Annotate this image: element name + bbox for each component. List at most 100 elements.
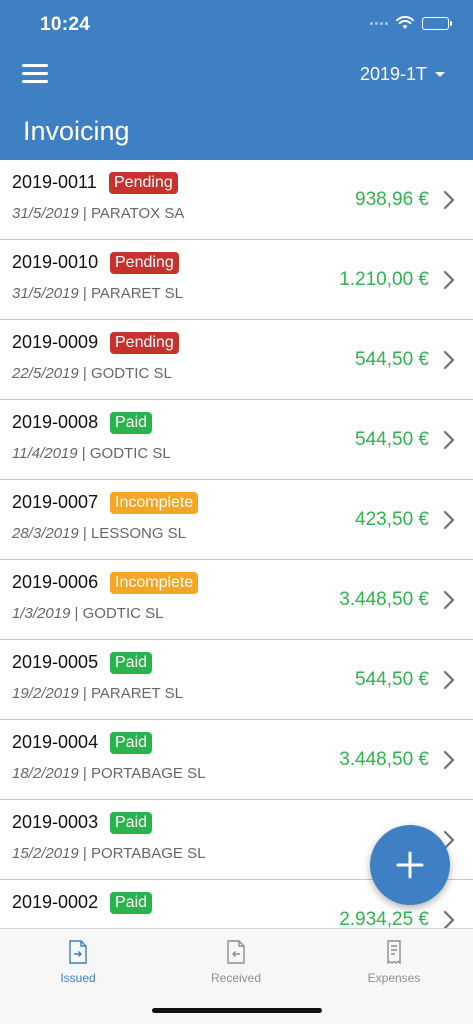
invoice-row[interactable]: 2019-0008 Paid 11/4/2019 | GODTIC SL 544,50… (0, 400, 473, 480)
status-badge: Paid (110, 732, 153, 754)
tab-label: Issued (60, 971, 96, 985)
invoice-amount: 544,50 € (355, 429, 429, 450)
caret-down-icon (435, 72, 445, 77)
meta-separator: | (78, 845, 91, 862)
invoice-number: 2019-0007 (12, 492, 99, 512)
chevron-right-icon (443, 190, 455, 210)
invoice-client: PARARET SL (90, 285, 183, 302)
status-badge: Paid (110, 652, 153, 674)
chevron-right-icon (443, 510, 455, 530)
tab-received[interactable]: Received (176, 939, 296, 985)
invoice-amount: 938,96 € (355, 189, 429, 210)
invoice-meta: 15/2/2019 | PORTABAGE SL (12, 845, 205, 862)
wifi-icon (396, 16, 414, 29)
status-bar: 10:24 (0, 0, 473, 50)
invoice-date: 28/3/2019 (12, 525, 79, 542)
invoice-row[interactable]: 2019-0006 Incomplete 1/3/2019 | GODTIC SL 3… (0, 560, 473, 640)
invoice-amount: 1.210,00 € (339, 269, 429, 290)
plus-icon (396, 851, 424, 879)
invoice-row[interactable]: 2019-0010 Pending 31/5/2019 | PARARET SL 1.… (0, 240, 473, 320)
status-badge: Incomplete (110, 492, 199, 514)
receipt-icon (387, 940, 401, 965)
status-badge: Incomplete (110, 572, 199, 594)
invoice-number: 2019-0003 (12, 812, 99, 832)
tab-expenses[interactable]: Expenses (334, 939, 454, 985)
meta-separator: | (78, 525, 91, 542)
invoice-date: 31/5/2019 (12, 285, 79, 302)
invoice-client: LESSONG SL (90, 525, 187, 542)
home-indicator (152, 1008, 322, 1013)
invoice-amount: 544,50 € (355, 349, 429, 370)
chevron-right-icon (443, 590, 455, 610)
status-badge: Pending (110, 332, 179, 354)
meta-separator: | (77, 445, 90, 462)
invoice-meta: 18/2/2019 | PORTABAGE SL (12, 765, 205, 782)
invoice-client: GODTIC SL (90, 365, 172, 382)
invoice-date: 15/2/2019 (12, 845, 79, 862)
period-selector[interactable]: 2019-1T (360, 64, 445, 85)
invoice-meta: 11/4/2019 | GODTIC SL (12, 445, 171, 462)
invoice-number: 2019-0009 (12, 332, 99, 352)
invoice-date: 22/5/2019 (12, 365, 79, 382)
meta-separator: | (78, 205, 91, 222)
invoice-client: PORTABAGE SL (90, 845, 206, 862)
invoice-meta: 31/5/2019 | PARATOX SA (12, 205, 184, 222)
chevron-right-icon (443, 350, 455, 370)
invoice-amount: 423,50 € (355, 509, 429, 530)
meta-separator: | (78, 365, 91, 382)
status-badge: Paid (110, 412, 153, 434)
invoice-amount: 3.448,50 € (339, 589, 429, 610)
invoice-amount: 2.934,25 € (339, 909, 429, 928)
chevron-right-icon (443, 430, 455, 450)
invoice-list[interactable]: 2019-0011 Pending 31/5/2019 | PARATOX SA 93… (0, 160, 473, 928)
invoice-number: 2019-0006 (12, 572, 99, 592)
invoice-number: 2019-0010 (12, 252, 99, 272)
meta-separator: | (78, 685, 91, 702)
invoice-meta: 31/5/2019 | PARARET SL (12, 285, 183, 302)
invoice-row[interactable]: 2019-0004 Paid 18/2/2019 | PORTABAGE SL 3.4… (0, 720, 473, 800)
invoice-amount: 3.448,50 € (339, 749, 429, 770)
invoice-meta: 28/3/2019 | LESSONG SL (12, 525, 186, 542)
invoice-meta: 19/2/2019 | PARARET SL (12, 685, 183, 702)
invoice-date: 18/2/2019 (12, 765, 79, 782)
invoice-row[interactable]: 2019-0011 Pending 31/5/2019 | PARATOX SA 93… (0, 160, 473, 240)
page-title: Invoicing (23, 116, 130, 146)
meta-separator: | (70, 605, 83, 622)
app-header: 10:24 2019-1T Invoicing (0, 0, 473, 160)
chevron-right-icon (443, 910, 455, 928)
invoice-meta: 22/5/2019 | GODTIC SL (12, 365, 172, 382)
invoice-client: PARATOX SA (90, 205, 185, 222)
invoice-row[interactable]: 2019-0009 Pending 22/5/2019 | GODTIC SL 544… (0, 320, 473, 400)
invoice-client: PARARET SL (90, 685, 183, 702)
tab-issued[interactable]: Issued (18, 939, 138, 985)
add-invoice-button[interactable] (370, 825, 450, 905)
invoice-date: 1/3/2019 (12, 605, 71, 622)
invoice-number: 2019-0004 (12, 732, 99, 752)
hamburger-icon (22, 64, 48, 67)
invoice-row[interactable]: 2019-0005 Paid 19/2/2019 | PARARET SL 544,5… (0, 640, 473, 720)
status-badge: Pending (110, 252, 179, 274)
status-badge: Paid (110, 892, 153, 914)
invoice-row[interactable]: 2019-0007 Incomplete 28/3/2019 | LESSONG S… (0, 480, 473, 560)
battery-icon (422, 16, 452, 30)
meta-separator: | (78, 765, 91, 782)
invoice-number: 2019-0005 (12, 652, 99, 672)
received-invoice-icon (227, 940, 245, 964)
status-badge: Pending (109, 172, 178, 194)
chevron-right-icon (443, 750, 455, 770)
invoice-client: PORTABAGE SL (90, 765, 206, 782)
tab-label: Expenses (367, 971, 421, 985)
invoice-amount: 544,50 € (355, 669, 429, 690)
invoice-number: 2019-0011 (12, 172, 97, 192)
tab-label: Received (210, 971, 262, 985)
issued-invoice-icon (69, 940, 87, 964)
invoice-number: 2019-0002 (12, 892, 99, 912)
chevron-right-icon (443, 670, 455, 690)
menu-button[interactable] (22, 64, 50, 88)
status-icons (370, 16, 452, 30)
invoice-client: GODTIC SL (82, 605, 164, 622)
signal-icon (370, 21, 388, 25)
invoice-meta: 1/3/2019 | GODTIC SL (12, 605, 163, 622)
invoice-date: 31/5/2019 (12, 205, 79, 222)
invoice-number: 2019-0008 (12, 412, 99, 432)
